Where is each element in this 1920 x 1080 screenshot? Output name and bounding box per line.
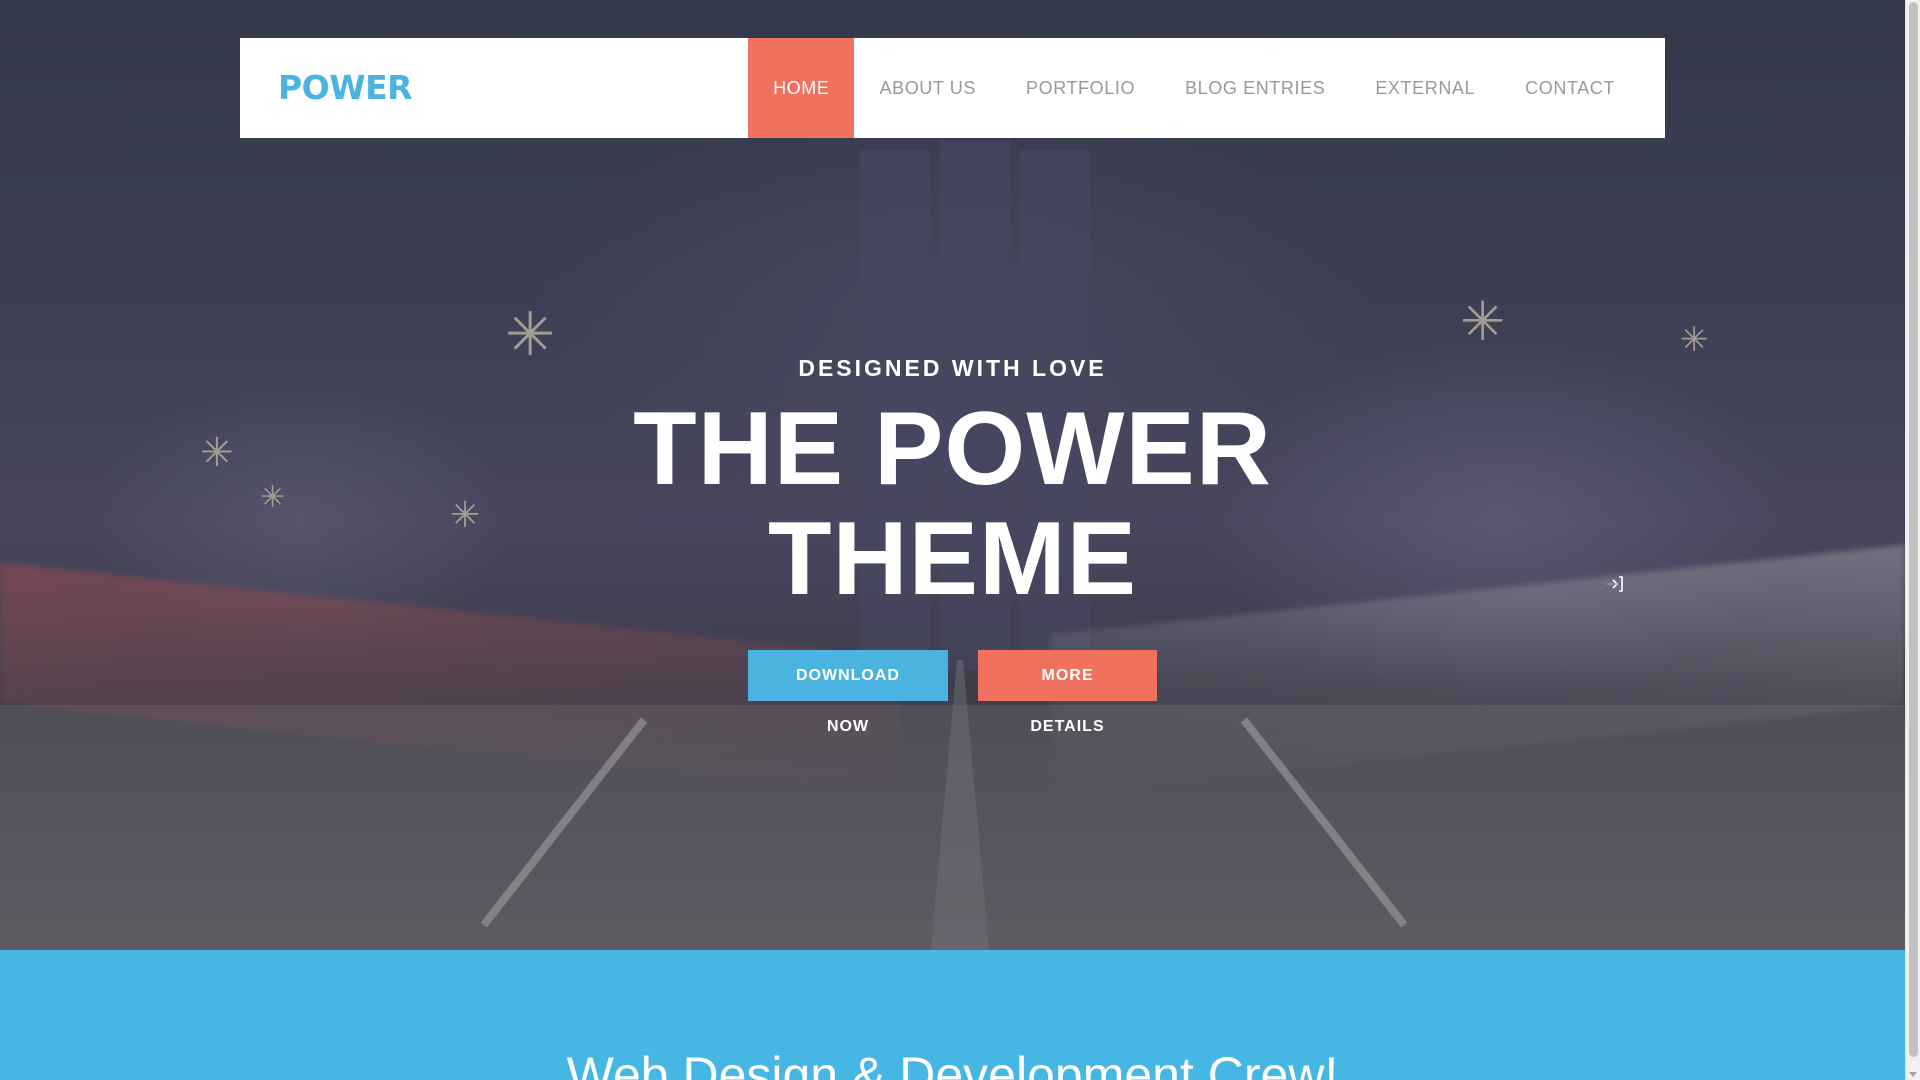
nav-item-home[interactable]: HOME xyxy=(748,38,855,138)
navbar: POWER HOME ABOUT US PORTFOLIO BLOG ENTRI… xyxy=(240,38,1665,138)
more-details-button[interactable]: MORE DETAILS xyxy=(978,650,1157,735)
nav-item-external[interactable]: EXTERNAL xyxy=(1350,38,1500,138)
nav-item-about-us[interactable]: ABOUT US xyxy=(854,38,1001,138)
section-heading: Web Design & Development Crew! xyxy=(566,1047,1339,1080)
intro-section: Web Design & Development Crew! xyxy=(0,950,1905,1080)
hero-tagline: DESIGNED WITH LOVE xyxy=(798,355,1107,381)
site-logo[interactable]: POWER xyxy=(278,38,413,138)
hero-buttons: DOWNLOAD NOW MORE DETAILS xyxy=(0,650,1905,735)
page: ✳ ✳ ✳ ✳ ✳ ✳ POWER HOME ABOUT US PORTFOLI… xyxy=(0,0,1905,1080)
vertical-scrollbar[interactable] xyxy=(1905,0,1920,1080)
hero-title: THE POWER THEME xyxy=(633,391,1272,617)
nav-item-portfolio[interactable]: PORTFOLIO xyxy=(1001,38,1160,138)
download-now-button[interactable]: DOWNLOAD NOW xyxy=(748,650,948,735)
main-nav: HOME ABOUT US PORTFOLIO BLOG ENTRIES EXT… xyxy=(748,38,1640,138)
scrollbar-thumb[interactable] xyxy=(1909,2,1918,1057)
scroll-down-arrow-icon[interactable] xyxy=(1909,1072,1917,1077)
sign-in-cursor-icon xyxy=(1607,576,1623,592)
nav-item-blog-entries[interactable]: BLOG ENTRIES xyxy=(1160,38,1350,138)
nav-item-contact[interactable]: CONTACT xyxy=(1500,38,1640,138)
